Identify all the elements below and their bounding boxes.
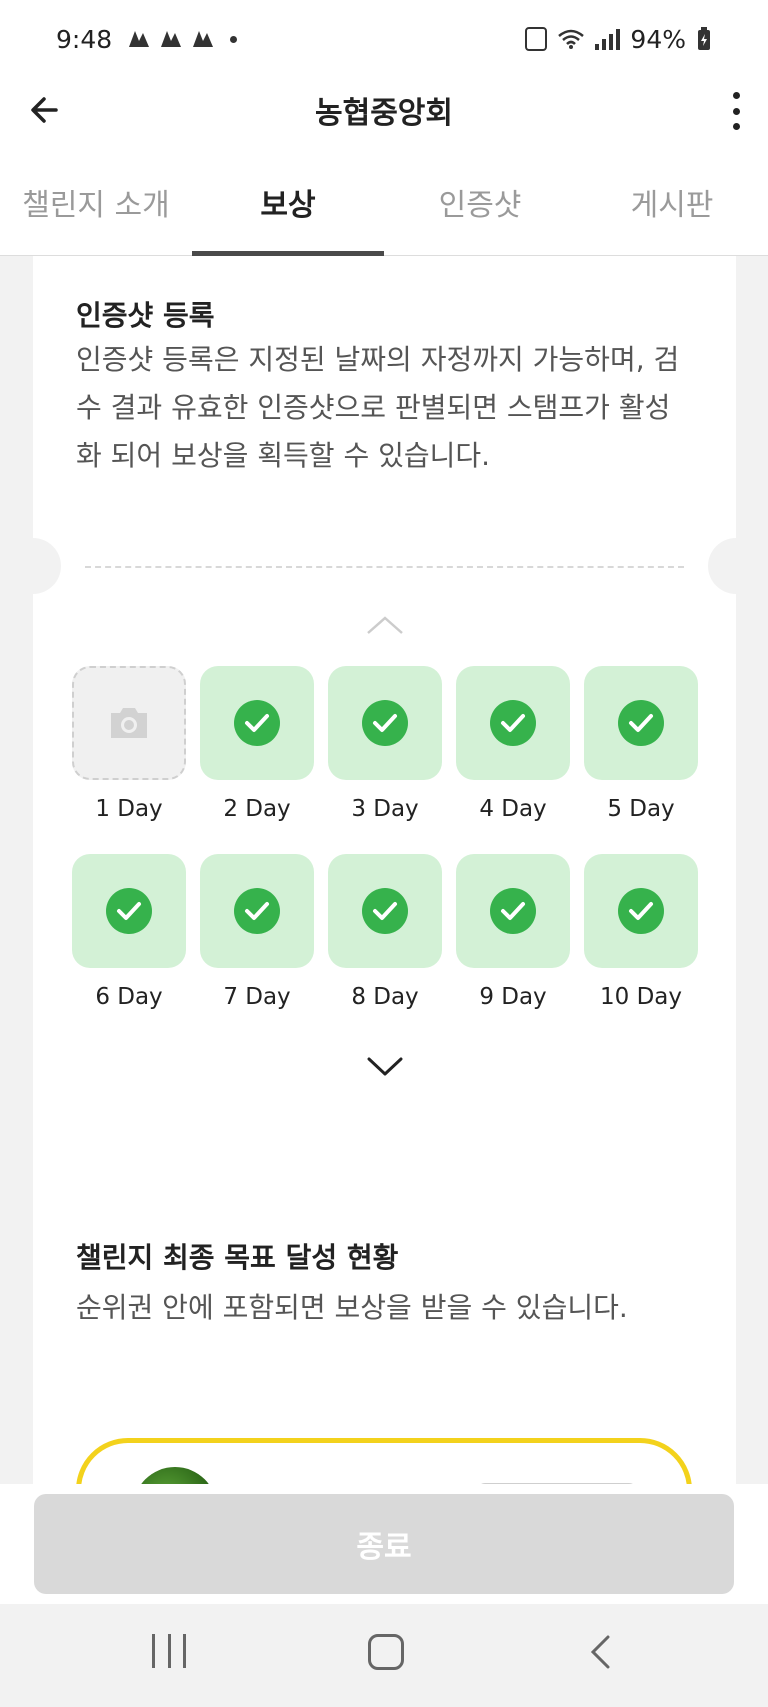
check-circle-icon — [234, 700, 280, 746]
battery-percent: 94% — [630, 24, 686, 54]
ticket-notch-right — [708, 538, 764, 594]
stamp-tile[interactable] — [584, 854, 698, 968]
tab-board[interactable]: 게시판 — [576, 170, 768, 255]
stamp-day-label: 9 Day — [479, 984, 547, 1010]
stamp-tile[interactable] — [72, 854, 186, 968]
stamp-day-10[interactable]: 10 Day — [584, 854, 698, 1010]
check-circle-icon — [362, 888, 408, 934]
notification-icon — [161, 31, 182, 47]
notification-icons — [126, 27, 216, 51]
recent-apps-icon[interactable] — [152, 1634, 186, 1670]
stamp-tile[interactable] — [200, 854, 314, 968]
check-circle-icon — [362, 700, 408, 746]
stamp-day-2[interactable]: 2 Day — [200, 666, 314, 822]
stamp-day-label: 6 Day — [95, 984, 163, 1010]
goal-card-title: 챌린지 최종 목표 달성 현황 — [76, 1241, 399, 1274]
stamp-day-9[interactable]: 9 Day — [456, 854, 570, 1010]
notification-icon — [193, 31, 214, 47]
more-vertical-icon[interactable] — [730, 92, 742, 130]
camera-icon — [111, 708, 147, 738]
ranking-box[interactable] — [76, 1438, 692, 1484]
stamp-card-description: 인증샷 등록은 지정된 날짜의 자정까지 가능하며, 검수 결과 유효한 인증샷… — [76, 343, 680, 472]
notification-icon — [129, 31, 150, 47]
end-button[interactable]: 종료 — [34, 1494, 734, 1594]
stamp-day-label: 2 Day — [223, 796, 291, 822]
signal-icon — [595, 28, 621, 50]
stamp-day-label: 7 Day — [223, 984, 291, 1010]
tab-bar: 챌린지 소개 보상 인증샷 게시판 — [0, 170, 768, 256]
stamp-day-label: 3 Day — [351, 796, 419, 822]
check-circle-icon — [618, 700, 664, 746]
check-circle-icon — [490, 888, 536, 934]
stamp-day-7[interactable]: 7 Day — [200, 854, 314, 1010]
stamp-tile[interactable] — [456, 854, 570, 968]
stamp-day-label: 8 Day — [351, 984, 419, 1010]
chevron-up-icon[interactable] — [365, 614, 405, 636]
check-circle-icon — [490, 700, 536, 746]
check-circle-icon — [234, 888, 280, 934]
recycle-icon — [525, 27, 548, 51]
stamp-day-6[interactable]: 6 Day — [72, 854, 186, 1010]
stamp-card-title: 인증샷 등록 — [76, 299, 215, 332]
stamp-tile[interactable] — [584, 666, 698, 780]
page-title: 농협중앙회 — [315, 96, 453, 131]
tab-reward[interactable]: 보상 — [192, 170, 384, 256]
ticket-notch-left — [5, 538, 61, 594]
stamp-tile[interactable] — [328, 854, 442, 968]
tab-proof-shot[interactable]: 인증샷 — [384, 170, 576, 255]
check-circle-icon — [618, 888, 664, 934]
check-circle-icon — [106, 888, 152, 934]
stamp-tile[interactable] — [456, 666, 570, 780]
stamp-day-4[interactable]: 4 Day — [456, 666, 570, 822]
dashed-divider — [85, 566, 684, 568]
status-time: 9:48 — [56, 24, 113, 54]
stamp-tile[interactable] — [328, 666, 442, 780]
stamp-day-label: 1 Day — [95, 796, 163, 822]
chevron-down-icon[interactable] — [365, 1054, 405, 1078]
stamp-day-label: 4 Day — [479, 796, 547, 822]
goal-card-description: 순위권 안에 포함되면 보상을 받을 수 있습니다. — [76, 1291, 628, 1324]
stamp-day-5[interactable]: 5 Day — [584, 666, 698, 822]
stamp-day-label: 10 Day — [600, 984, 682, 1010]
stamp-tile[interactable] — [200, 666, 314, 780]
wifi-icon — [558, 29, 585, 49]
tab-challenge-intro[interactable]: 챌린지 소개 — [0, 170, 192, 255]
stamp-grid: 1 Day 2 Day 3 Day 4 Day 5 Day 6 Day 7 Da… — [72, 666, 698, 1042]
goal-status-card: 챌린지 최종 목표 달성 현황 순위권 안에 포함되면 보상을 받을 수 있습니… — [33, 1188, 736, 1484]
footer-bar: 종료 — [0, 1484, 768, 1604]
stamp-tile[interactable] — [72, 666, 186, 780]
stamp-day-1[interactable]: 1 Day — [72, 666, 186, 822]
system-nav-bar — [0, 1604, 768, 1707]
scroll-content[interactable]: 인증샷 등록 인증샷 등록은 지정된 날짜의 자정까지 가능하며, 검수 결과 … — [0, 256, 768, 1484]
avatar — [133, 1467, 217, 1484]
nav-back-icon[interactable] — [588, 1634, 612, 1670]
stamp-day-label: 5 Day — [607, 796, 675, 822]
stamp-day-8[interactable]: 8 Day — [328, 854, 442, 1010]
home-icon[interactable] — [368, 1634, 404, 1670]
status-bar: 9:48 94% — [0, 0, 768, 78]
battery-icon — [698, 27, 710, 50]
stamp-day-3[interactable]: 3 Day — [328, 666, 442, 822]
more-notifications-dot-icon — [230, 35, 238, 43]
